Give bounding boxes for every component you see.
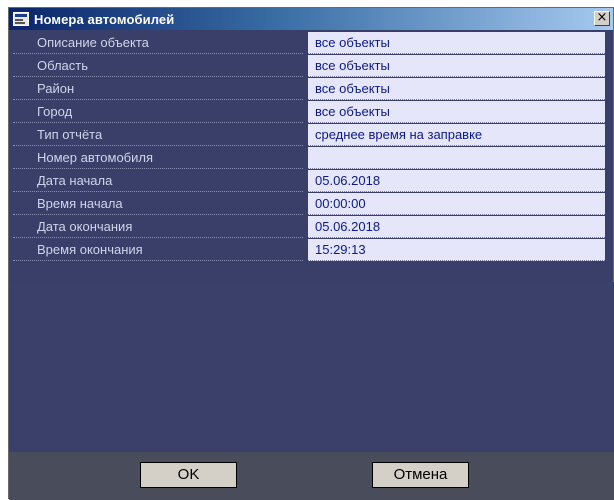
parameters-grid: Описание объекта все объекты Область все… (9, 32, 614, 262)
param-label: Тип отчёта (13, 124, 303, 146)
param-row-city: Город все объекты (9, 101, 614, 124)
param-row-end-time: Время окончания 15:29:13 (9, 239, 614, 262)
ok-button[interactable]: OK (140, 462, 237, 488)
param-value-start-time[interactable]: 00:00:00 (308, 193, 605, 215)
title-bar[interactable]: Номера автомобилей × (9, 8, 613, 30)
param-row-region: Область все объекты (9, 55, 614, 78)
param-row-end-date: Дата окончания 05.06.2018 (9, 216, 614, 239)
param-row-start-date: Дата начала 05.06.2018 (9, 170, 614, 193)
param-value-city[interactable]: все объекты (308, 101, 605, 123)
param-value-report-type[interactable]: среднее время на заправке (308, 124, 605, 146)
param-label: Дата окончания (13, 216, 303, 238)
app-window-icon (13, 12, 29, 26)
param-label: Время начала (13, 193, 303, 215)
param-value-district[interactable]: все объекты (308, 78, 605, 100)
param-value-object-description[interactable]: все объекты (308, 32, 605, 54)
param-label: Город (13, 101, 303, 123)
param-label: Район (13, 78, 303, 100)
param-row-start-time: Время начала 00:00:00 (9, 193, 614, 216)
close-button[interactable]: × (594, 11, 610, 26)
param-value-region[interactable]: все объекты (308, 55, 605, 77)
param-label: Номер автомобиля (13, 147, 303, 169)
button-bar: OK Отмена (9, 452, 614, 500)
empty-panel (9, 282, 614, 452)
param-value-start-date[interactable]: 05.06.2018 (308, 170, 605, 192)
param-label: Описание объекта (13, 32, 303, 54)
param-label: Дата начала (13, 170, 303, 192)
param-row-object-description: Описание объекта все объекты (9, 32, 614, 55)
param-value-end-date[interactable]: 05.06.2018 (308, 216, 605, 238)
cancel-button[interactable]: Отмена (372, 462, 469, 488)
report-dialog: Номера автомобилей × Описание объекта вс… (8, 7, 614, 500)
param-row-district: Район все объекты (9, 78, 614, 101)
param-label: Время окончания (13, 239, 303, 261)
param-row-car-number: Номер автомобиля (9, 147, 614, 170)
window-title: Номера автомобилей (34, 11, 175, 27)
param-value-end-time[interactable]: 15:29:13 (308, 239, 605, 261)
param-value-car-number[interactable] (308, 147, 605, 169)
param-label: Область (13, 55, 303, 77)
param-row-report-type: Тип отчёта среднее время на заправке (9, 124, 614, 147)
